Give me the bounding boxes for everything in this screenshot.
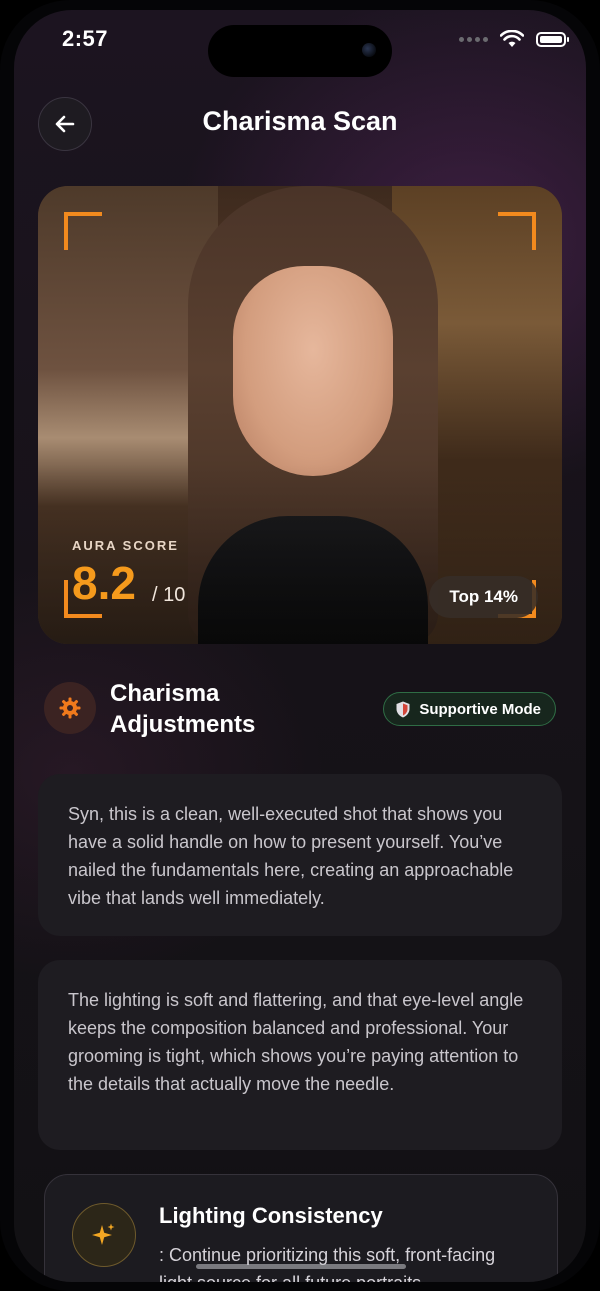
feedback-card: Syn, this is a clean, well-executed shot… [38, 774, 562, 936]
aura-score-max: / 10 [152, 584, 186, 606]
status-icons [459, 30, 569, 48]
section-title: Charisma Adjustments [110, 680, 256, 738]
sparkle-icon [92, 1223, 115, 1245]
camera-icon [362, 43, 376, 57]
dynamic-island [208, 25, 392, 77]
page-title: Charisma Scan [202, 106, 398, 136]
cellular-signal-icon [459, 36, 488, 42]
photo-subject-face [233, 266, 393, 476]
tip-icon-badge [72, 1203, 136, 1267]
home-indicator[interactable] [196, 1264, 406, 1269]
wifi-icon [500, 30, 524, 47]
shield-icon [396, 701, 410, 717]
battery-icon [536, 31, 569, 47]
tip-body: : Continue prioritizing this soft, front… [159, 1245, 496, 1282]
scan-corner-top-left [64, 212, 102, 250]
selfie-photo-card: AURA SCORE 8.2 / 10 Top 14% [38, 186, 562, 644]
phone-frame: 2:57 Charisma Scan AURA SCORE 8.2 / 10 T… [0, 0, 600, 1291]
aura-score-value: 8.2 [72, 557, 136, 609]
status-time: 2:57 [62, 26, 109, 51]
app-screen: 2:57 Charisma Scan AURA SCORE 8.2 / 10 T… [14, 10, 586, 1282]
tip-title: Lighting Consistency [159, 1203, 383, 1228]
feedback-text: The lighting is soft and flattering, and… [68, 990, 524, 1094]
gear-icon [59, 697, 81, 719]
rank-badge: Top 14% [429, 576, 538, 618]
feedback-text: Syn, this is a clean, well-executed shot… [68, 804, 514, 908]
feedback-card: The lighting is soft and flattering, and… [38, 960, 562, 1150]
supportive-mode-toggle[interactable]: Supportive Mode [383, 692, 556, 726]
mode-label: Supportive Mode [419, 700, 541, 718]
section-icon-badge [44, 682, 96, 734]
scan-corner-top-right [498, 212, 536, 250]
aura-score-label: AURA SCORE [72, 538, 179, 553]
